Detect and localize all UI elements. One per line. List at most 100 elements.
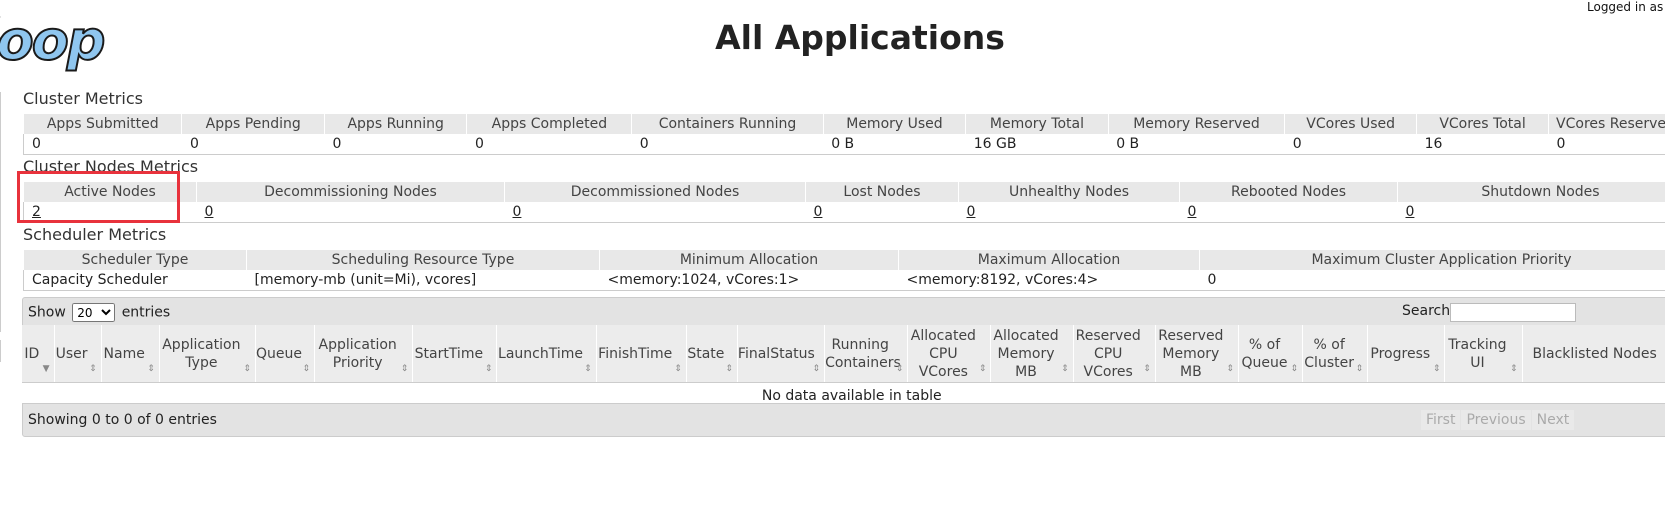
col-header-application-type[interactable]: Application Type ⇕ xyxy=(159,325,256,383)
col-label: Allocated CPU VCores xyxy=(910,327,976,380)
decommissioned-nodes-link[interactable]: 0 xyxy=(513,204,522,220)
col-header-state[interactable]: State ⇕ xyxy=(686,325,738,383)
col-header-id[interactable]: ID ▼ xyxy=(22,325,55,383)
scheduler-header-row: Scheduler Type Scheduling Resource Type … xyxy=(23,250,1665,270)
page-length-select[interactable]: 20 xyxy=(72,303,116,322)
col-header-name[interactable]: Name ⇕ xyxy=(101,325,160,383)
col-label: Allocated Memory MB xyxy=(993,327,1059,380)
metric-header: Apps Running xyxy=(323,114,468,134)
col-label: Tracking UI xyxy=(1448,336,1507,371)
col-label: % of Queue xyxy=(1241,336,1288,371)
scheduler-value: [memory-mb (unit=Mi), vcores] xyxy=(246,270,600,291)
sort-icon: ⇕ xyxy=(400,364,409,374)
search-input[interactable] xyxy=(1450,303,1576,322)
metric-header: Apps Pending xyxy=(181,114,325,134)
col-label: Reserved Memory MB xyxy=(1158,327,1224,380)
col-label: Queue xyxy=(256,345,302,362)
rebooted-nodes-link[interactable]: 0 xyxy=(1188,204,1197,220)
sort-icon: ⇕ xyxy=(895,364,904,374)
sidebar-edge xyxy=(0,340,1,362)
nodes-cell: 0 xyxy=(1179,202,1398,223)
entries-label: entries xyxy=(121,304,171,321)
sort-icon: ⇕ xyxy=(89,364,97,374)
first-page-button[interactable]: First xyxy=(1421,410,1461,430)
col-header-launchtime[interactable]: LaunchTime ⇕ xyxy=(496,325,597,383)
metric-header: Apps Completed xyxy=(466,114,633,134)
nodes-header-lost: Lost Nodes xyxy=(805,182,959,202)
col-header-reserved-memory-mb[interactable]: Reserved Memory MB ⇕ xyxy=(1155,325,1239,383)
col-label: Blacklisted Nodes xyxy=(1532,345,1657,362)
sort-icon: ⇕ xyxy=(1290,364,1299,374)
col-label: StartTime xyxy=(414,345,484,362)
metric-value: 0 B xyxy=(1108,134,1285,155)
metric-value: 0 xyxy=(631,134,824,155)
col-header-running-containers[interactable]: Running Containers ⇕ xyxy=(824,325,909,383)
sidebar-edge xyxy=(0,92,1,332)
pagination: First Previous Next xyxy=(1421,410,1575,430)
col-header-tracking-ui[interactable]: Tracking UI ⇕ xyxy=(1444,325,1523,383)
next-page-button[interactable]: Next xyxy=(1531,410,1575,430)
scheduler-header: Maximum Cluster Application Priority xyxy=(1199,250,1665,270)
metric-header: VCores Total xyxy=(1416,114,1549,134)
search-label: Search: xyxy=(1402,303,1455,319)
highlight-box xyxy=(17,171,180,223)
col-header-application-priority[interactable]: Application Priority ⇕ xyxy=(314,325,414,383)
cluster-metrics-table: Apps Submitted Apps Pending Apps Running… xyxy=(22,114,1665,155)
col-label: Application Priority xyxy=(318,336,397,371)
col-label: User xyxy=(55,345,88,362)
col-label: FinalStatus xyxy=(737,345,815,362)
nodes-cell: 0 xyxy=(196,202,505,223)
scheduler-header: Minimum Allocation xyxy=(599,250,899,270)
show-label: Show xyxy=(28,304,66,321)
metric-header: VCores Used xyxy=(1284,114,1418,134)
scheduler-value-row: Capacity Scheduler [memory-mb (unit=Mi),… xyxy=(23,270,1665,291)
col-header-progress[interactable]: Progress ⇕ xyxy=(1367,325,1446,383)
metric-value: 0 xyxy=(324,134,467,155)
nodes-header-decommissioning: Decommissioning Nodes xyxy=(196,182,505,202)
apps-header-row: ID ▼ User ⇕ Name ⇕ Application Type ⇕ Queue ⇕… xyxy=(22,325,1665,383)
col-header-blacklisted-nodes[interactable]: Blacklisted Nodes xyxy=(1522,325,1665,383)
col-header-percent-of-cluster[interactable]: % of Cluster ⇕ xyxy=(1302,325,1369,383)
cluster-metrics-value-row: 0 0 0 0 0 0 B 16 GB 0 B 0 16 0 xyxy=(23,134,1665,155)
col-label: Application Type xyxy=(162,336,241,371)
previous-page-button[interactable]: Previous xyxy=(1461,410,1531,430)
col-header-finalstatus[interactable]: FinalStatus ⇕ xyxy=(737,325,826,383)
lost-nodes-link[interactable]: 0 xyxy=(814,204,823,220)
table-info: Showing 0 to 0 of 0 entries xyxy=(28,412,217,428)
col-label: Running Containers xyxy=(825,336,901,371)
col-label: ID xyxy=(24,345,40,362)
col-header-queue[interactable]: Queue ⇕ xyxy=(255,325,316,383)
scheduler-value: <memory:1024, vCores:1> xyxy=(599,270,899,291)
scheduler-metrics-table: Scheduler Type Scheduling Resource Type … xyxy=(23,250,1665,291)
metric-value: 0 xyxy=(1284,134,1417,155)
col-header-starttime[interactable]: StartTime ⇕ xyxy=(412,325,498,383)
metric-header: Memory Used xyxy=(822,114,967,134)
col-header-finishtime[interactable]: FinishTime ⇕ xyxy=(596,325,687,383)
col-header-user[interactable]: User ⇕ xyxy=(54,325,102,383)
sort-icon: ⇕ xyxy=(725,364,733,374)
col-header-reserved-cpu-vcores[interactable]: Reserved CPU VCores ⇕ xyxy=(1073,325,1156,383)
col-header-percent-of-queue[interactable]: % of Queue ⇕ xyxy=(1238,325,1304,383)
cluster-metrics-header-row: Apps Submitted Apps Pending Apps Running… xyxy=(22,114,1665,134)
shutdown-nodes-link[interactable]: 0 xyxy=(1406,204,1415,220)
logged-in-text: Logged in as xyxy=(1587,0,1664,14)
nodes-cell: 0 xyxy=(1397,202,1665,223)
scheduler-header: Scheduler Type xyxy=(23,250,247,270)
sort-icon: ⇕ xyxy=(302,364,311,374)
sort-icon: ⇕ xyxy=(1432,364,1441,374)
nodes-cell: 0 xyxy=(805,202,959,223)
unhealthy-nodes-link[interactable]: 0 xyxy=(967,204,976,220)
sort-icon: ⇕ xyxy=(1226,364,1234,374)
decommissioning-nodes-link[interactable]: 0 xyxy=(205,204,214,220)
col-label: LaunchTime xyxy=(498,345,584,362)
sort-icon: ⇕ xyxy=(147,364,155,374)
nodes-header-rebooted: Rebooted Nodes xyxy=(1179,182,1398,202)
col-header-allocated-cpu-vcores[interactable]: Allocated CPU VCores ⇕ xyxy=(907,325,992,383)
sort-icon: ⇕ xyxy=(484,364,493,374)
scheduler-value: Capacity Scheduler xyxy=(23,270,247,291)
col-header-allocated-memory-mb[interactable]: Allocated Memory MB ⇕ xyxy=(990,325,1074,383)
col-label: State xyxy=(687,345,725,362)
nodes-cell: 0 xyxy=(958,202,1180,223)
metric-header: Memory Total xyxy=(965,114,1109,134)
sort-icon: ⇕ xyxy=(674,364,682,374)
